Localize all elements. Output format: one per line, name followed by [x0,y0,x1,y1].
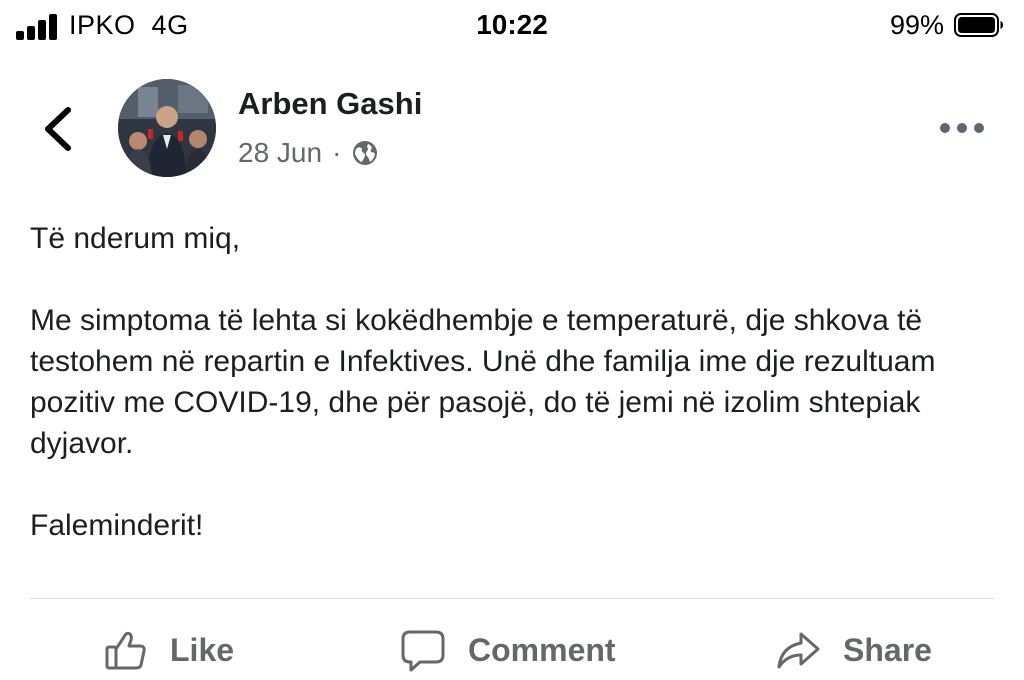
avatar[interactable] [118,79,216,177]
post-action-bar: Like Comment Share [0,620,1024,680]
thumbs-up-icon [105,631,146,670]
globe-icon [353,141,378,165]
post-date[interactable]: 28 Jun [238,137,322,169]
more-options-icon[interactable] [938,118,986,138]
share-label: Share [843,631,932,668]
back-arrow-icon[interactable] [38,104,78,154]
post-signoff: Faleminderit! [30,509,204,542]
meta-separator: · [332,137,342,168]
share-arrow-icon [777,632,820,669]
post-paragraph: Me simptoma të lehta si kokëdhembje e te… [30,304,936,460]
post-greeting: Të nderum miq, [30,222,241,255]
share-button[interactable]: Share [775,620,932,680]
post-body: Të nderum miq, Me simptoma të lehta si k… [30,218,1000,546]
battery-icon [954,13,1003,37]
post-meta: 28 Jun · [238,137,379,169]
comment-label: Comment [468,631,616,668]
profile-photo [118,79,216,177]
status-time: 10:22 [476,9,548,40]
comment-bubble-icon [401,630,445,672]
like-label: Like [170,631,235,668]
status-bar: IPKO 4G 10:22 99% [0,0,1024,52]
battery-percent: 99% [889,10,944,40]
comment-button[interactable]: Comment [400,620,616,680]
divider [30,598,994,599]
like-button[interactable]: Like [104,620,234,680]
post-author-name[interactable]: Arben Gashi [238,86,422,122]
